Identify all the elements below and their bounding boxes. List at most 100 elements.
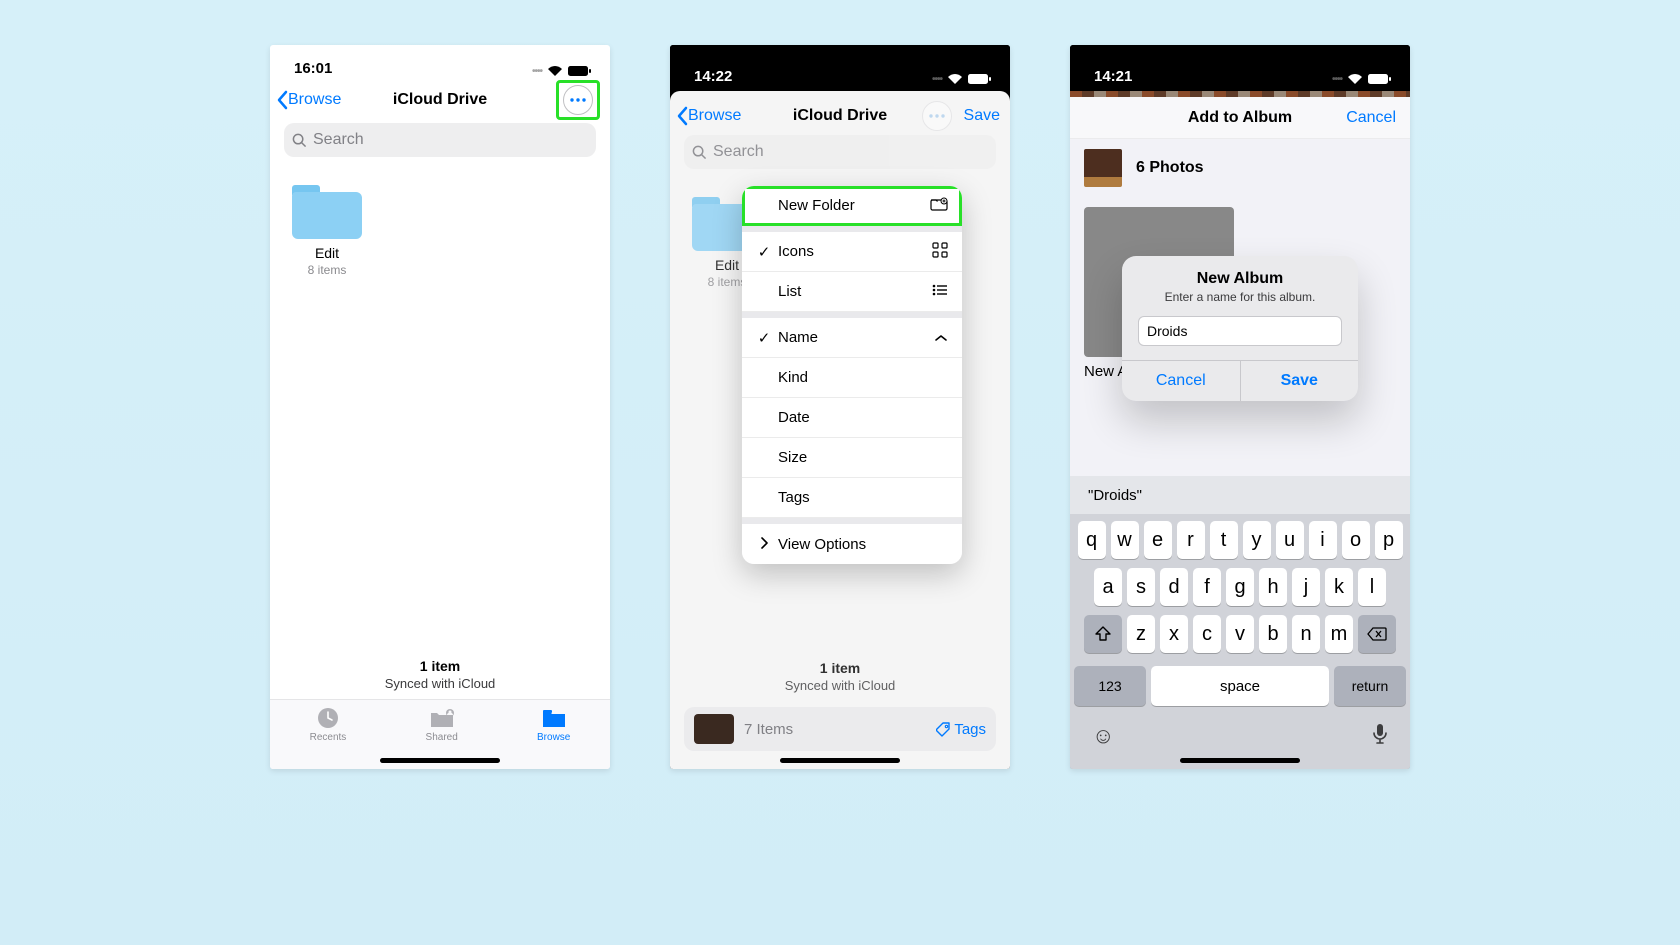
photo-thumbnail [1084,149,1122,187]
more-button[interactable] [563,85,593,115]
tab-recents[interactable]: Recents [310,706,347,769]
key-i[interactable]: i [1309,521,1337,559]
item-count: 1 item [270,658,610,674]
more-button[interactable] [922,101,952,131]
status-time: 16:01 [294,60,332,77]
context-menu: New Folder ✓Icons List ✓Name Kind Date [742,186,962,564]
chevron-up-icon [934,329,948,346]
space-key[interactable]: space [1151,666,1329,706]
drop-thumbnail [694,714,734,744]
keyboard-row-2: asdfghjkl [1074,568,1406,606]
cellular-icon: •••• [932,74,942,85]
key-h[interactable]: h [1259,568,1287,606]
home-indicator[interactable] [1180,758,1300,763]
wifi-icon [547,65,563,77]
cancel-button[interactable]: Cancel [1346,109,1396,127]
status-icons: •••• [932,73,992,85]
status-time: 14:22 [694,68,732,85]
key-o[interactable]: o [1342,521,1370,559]
search-input[interactable]: Search [284,123,596,157]
key-t[interactable]: t [1210,521,1238,559]
shared-folder-icon [428,706,456,730]
dialog-save-button[interactable]: Save [1241,361,1359,401]
key-c[interactable]: c [1193,615,1221,653]
shift-icon [1094,626,1112,642]
tags-button[interactable]: Tags [936,721,986,738]
drop-count: 7 Items [744,721,926,738]
key-q[interactable]: q [1078,521,1106,559]
numeric-key[interactable]: 123 [1074,666,1146,706]
emoji-key[interactable]: ☺ [1092,723,1114,751]
key-r[interactable]: r [1177,521,1205,559]
wifi-icon [947,73,963,85]
album-name-input[interactable] [1138,316,1342,346]
key-m[interactable]: m [1325,615,1353,653]
nav-bar: Browse iCloud Drive Save [670,91,1010,133]
search-placeholder: Search [713,143,764,161]
key-l[interactable]: l [1358,568,1386,606]
drop-pill[interactable]: 7 Items Tags [684,707,996,751]
key-k[interactable]: k [1325,568,1353,606]
new-folder-icon [930,197,948,215]
menu-sort-date[interactable]: Date [742,398,962,438]
key-b[interactable]: b [1259,615,1287,653]
wifi-icon [1347,73,1363,85]
key-w[interactable]: w [1111,521,1139,559]
key-n[interactable]: n [1292,615,1320,653]
key-z[interactable]: z [1127,615,1155,653]
key-p[interactable]: p [1375,521,1403,559]
back-button[interactable]: Browse [676,106,741,126]
tab-browse[interactable]: Browse [537,706,570,769]
menu-sort-kind[interactable]: Kind [742,358,962,398]
ellipsis-icon [928,114,946,118]
home-indicator[interactable] [380,758,500,763]
shift-key[interactable] [1084,615,1122,653]
nav-bar: Browse iCloud Drive [270,79,610,121]
cellular-icon: •••• [1332,74,1342,85]
status-icons: •••• [1332,73,1392,85]
phone-screenshot-1: 16:01 •••• Browse iCloud Drive Search Ed… [270,45,610,769]
status-bar: 14:21 •••• [1070,45,1410,91]
back-button[interactable]: Browse [276,90,341,110]
photo-count: 6 Photos [1136,159,1204,177]
key-s[interactable]: s [1127,568,1155,606]
back-label: Browse [688,107,741,125]
sheet-header: Add to Album Cancel [1070,97,1410,139]
key-y[interactable]: y [1243,521,1271,559]
key-g[interactable]: g [1226,568,1254,606]
key-j[interactable]: j [1292,568,1320,606]
list-icon [932,283,948,300]
keyboard: "Droids" qwertyuiop asdfghjkl zxcvbnm 12… [1070,476,1410,769]
browse-folder-icon [540,706,568,730]
save-button[interactable]: Save [964,107,1000,125]
return-key[interactable]: return [1334,666,1406,706]
folder-item[interactable]: Edit 8 items [288,185,366,277]
key-d[interactable]: d [1160,568,1188,606]
menu-icons[interactable]: ✓Icons [742,232,962,272]
menu-view-options[interactable]: View Options [742,524,962,564]
menu-sort-name[interactable]: ✓Name [742,318,962,358]
dictation-key[interactable] [1372,723,1388,751]
key-u[interactable]: u [1276,521,1304,559]
search-icon [692,145,707,160]
tag-icon [936,722,951,737]
menu-list[interactable]: List [742,272,962,312]
battery-icon [568,65,592,77]
key-x[interactable]: x [1160,615,1188,653]
backspace-key[interactable] [1358,615,1396,653]
menu-new-folder[interactable]: New Folder [742,186,962,226]
menu-sort-tags[interactable]: Tags [742,478,962,518]
mic-icon [1372,723,1388,745]
keyboard-row-3: zxcvbnm [1074,615,1406,653]
menu-sort-size[interactable]: Size [742,438,962,478]
key-e[interactable]: e [1144,521,1172,559]
key-v[interactable]: v [1226,615,1254,653]
key-a[interactable]: a [1094,568,1122,606]
search-input[interactable]: Search [684,135,996,169]
home-indicator[interactable] [780,758,900,763]
new-album-dialog: New Album Enter a name for this album. C… [1122,256,1358,401]
key-f[interactable]: f [1193,568,1221,606]
keyboard-suggestion[interactable]: "Droids" [1070,476,1410,514]
dialog-cancel-button[interactable]: Cancel [1122,361,1241,401]
sync-summary: 1 item Synced with iCloud [670,660,1010,693]
